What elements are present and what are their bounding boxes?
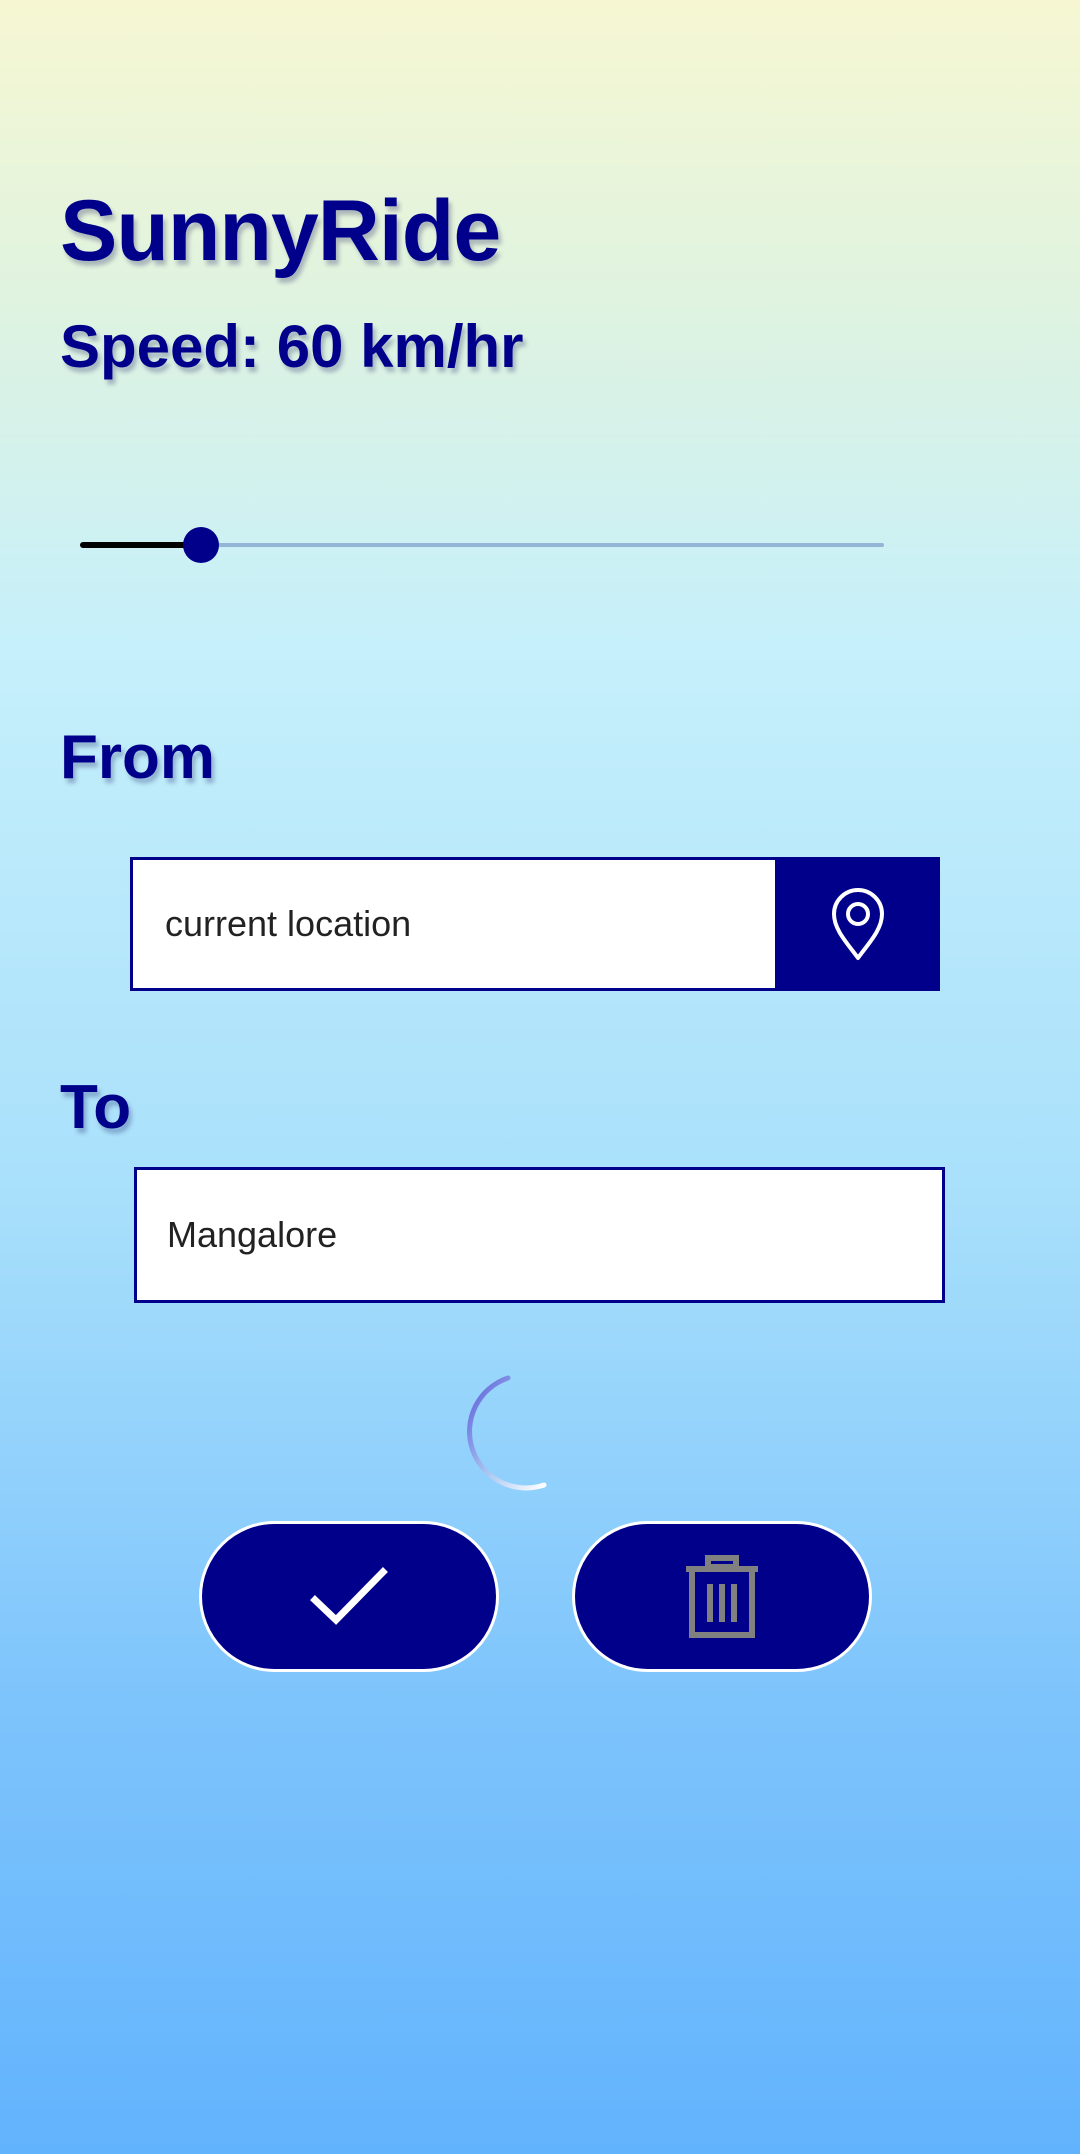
from-input[interactable]: current location: [133, 860, 775, 988]
app-title: SunnyRide: [60, 183, 501, 279]
speed-slider[interactable]: [80, 525, 884, 565]
from-label: From: [60, 723, 215, 792]
speed-readout: Speed: 60 km/hr: [60, 313, 524, 380]
checkmark-icon: [310, 1566, 388, 1625]
from-input-row: current location: [130, 857, 940, 991]
confirm-button[interactable]: [199, 1521, 499, 1672]
to-label: To: [60, 1073, 132, 1142]
trash-icon: [686, 1554, 758, 1638]
current-location-button[interactable]: [775, 860, 937, 988]
map-pin-icon: [831, 888, 884, 960]
delete-button[interactable]: [572, 1521, 872, 1672]
slider-thumb[interactable]: [183, 527, 219, 563]
to-input[interactable]: Mangalore: [134, 1167, 945, 1303]
loading-spinner-icon: [467, 1375, 547, 1491]
